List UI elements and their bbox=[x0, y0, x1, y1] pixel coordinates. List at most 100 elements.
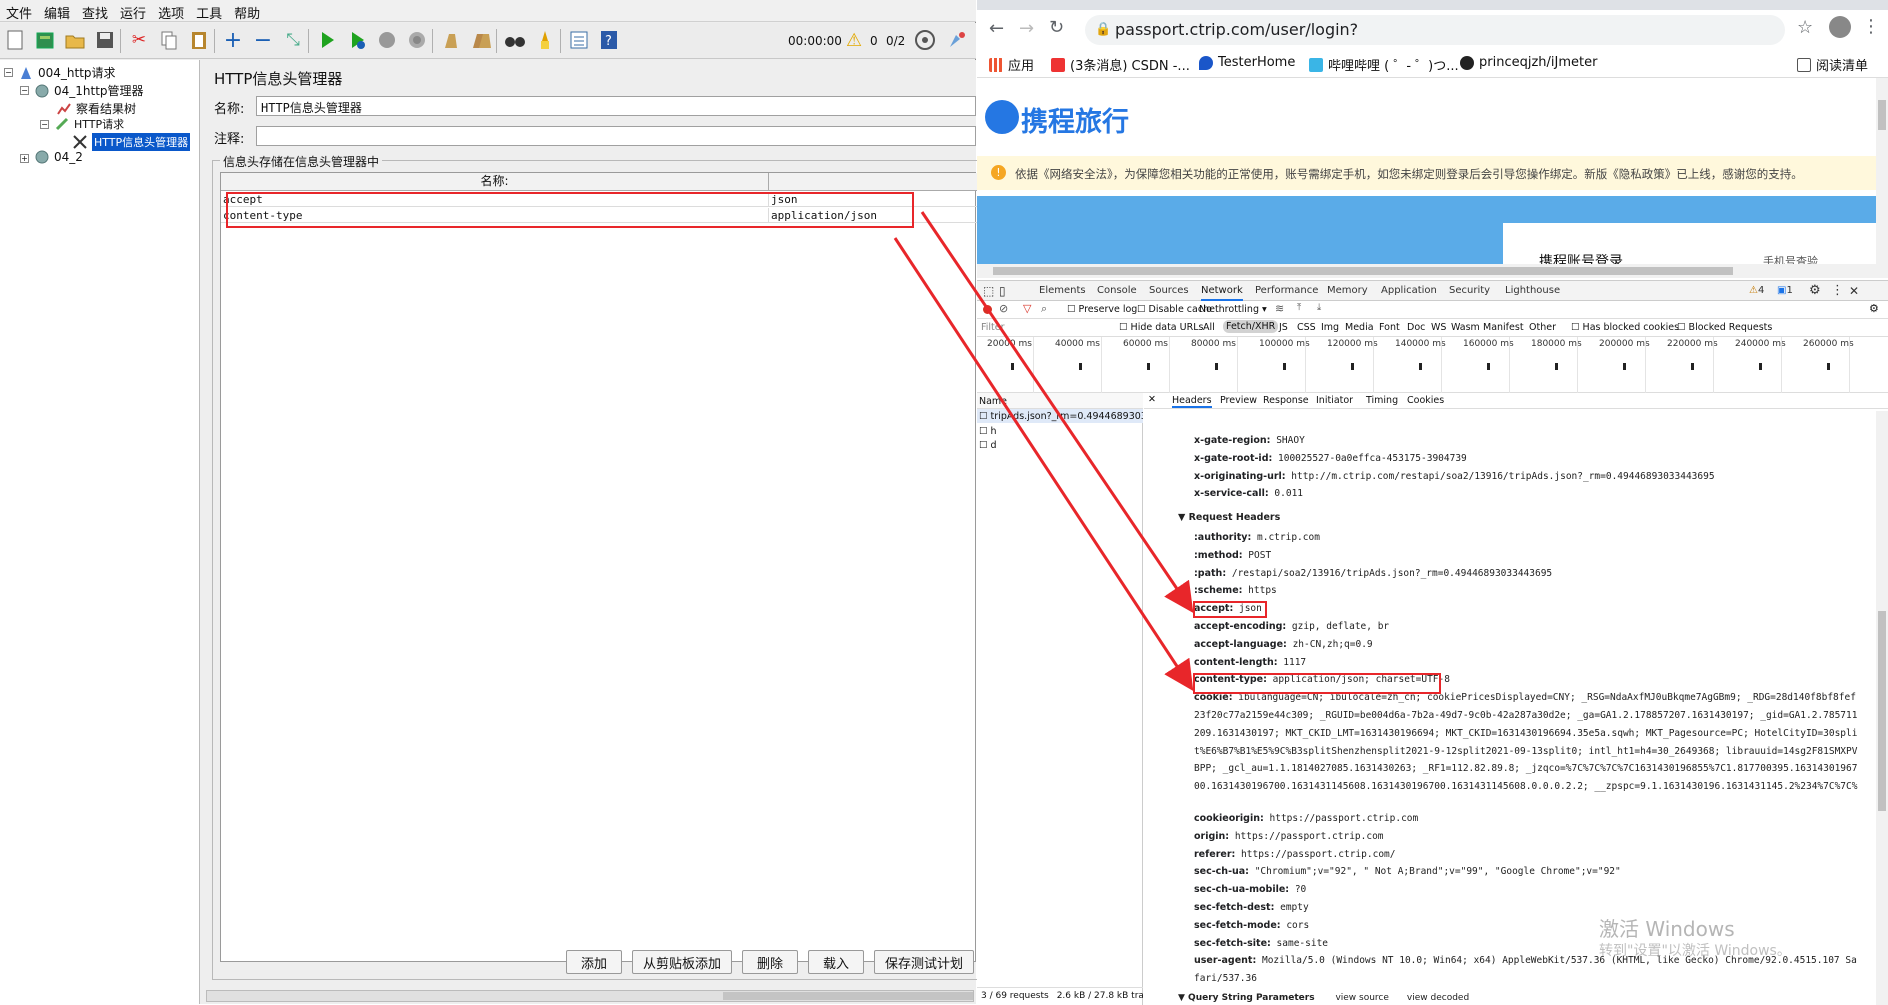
new-icon[interactable] bbox=[2, 27, 28, 53]
filter-fetch-xhr[interactable]: Fetch/XHR bbox=[1223, 320, 1279, 333]
menu-edit[interactable]: 编辑 bbox=[38, 0, 76, 25]
tab-headers[interactable]: Headers bbox=[1172, 395, 1212, 408]
tree-node-root[interactable]: 004_http请求 bbox=[18, 64, 116, 81]
close-detail-icon[interactable]: ✕ bbox=[1148, 394, 1156, 405]
import-icon[interactable]: ⤒ bbox=[1297, 302, 1301, 313]
add-button[interactable]: 添加 bbox=[566, 950, 622, 974]
cut-icon[interactable]: ✂ bbox=[126, 27, 152, 53]
filter-icon[interactable]: ▽ bbox=[1023, 302, 1031, 315]
tab-console[interactable]: Console bbox=[1097, 281, 1137, 301]
menu-file[interactable]: 文件 bbox=[0, 0, 38, 25]
function-helper-icon[interactable] bbox=[566, 27, 592, 53]
tab-cookies[interactable]: Cookies bbox=[1407, 395, 1444, 406]
detail-scrollbar[interactable] bbox=[1876, 411, 1888, 1005]
export-icon[interactable]: ⤓ bbox=[1317, 302, 1321, 313]
remote-icon[interactable] bbox=[912, 27, 938, 53]
request-row[interactable]: ☐ tripAds.json?_rm=0.49446893033443695 bbox=[977, 409, 1143, 423]
filter-doc[interactable]: Doc bbox=[1407, 322, 1425, 333]
inspect-icon[interactable]: ⬚ bbox=[983, 281, 994, 301]
warning-badge[interactable]: ⚠ 4 bbox=[1749, 281, 1764, 301]
bookmark-csdn[interactable]: (3条消息) CSDN -... bbox=[1051, 55, 1190, 74]
menu-run[interactable]: 运行 bbox=[114, 0, 152, 25]
copy-icon[interactable] bbox=[156, 27, 182, 53]
login-alt[interactable]: 手机号查验 bbox=[1763, 253, 1818, 264]
hide-data-urls-checkbox[interactable]: ☐ Hide data URLs bbox=[1119, 322, 1203, 333]
menu-icon[interactable]: ⋮ bbox=[1862, 16, 1880, 37]
bookmark-github[interactable]: princeqjzh/iJmeter bbox=[1460, 55, 1597, 70]
tab-network[interactable]: Network bbox=[1201, 281, 1243, 301]
tree-toggle-group2[interactable]: + bbox=[20, 154, 29, 163]
load-button[interactable]: 载入 bbox=[808, 950, 864, 974]
back-icon[interactable]: ← bbox=[989, 18, 1004, 39]
collapse-icon[interactable]: − bbox=[250, 27, 276, 53]
star-icon[interactable]: ☆ bbox=[1797, 17, 1813, 38]
wifi-icon[interactable]: ≋ bbox=[1275, 302, 1284, 315]
save-icon[interactable] bbox=[92, 27, 118, 53]
view-source-link[interactable]: view source bbox=[1333, 993, 1388, 1003]
has-blocked-cookies-checkbox[interactable]: ☐ Has blocked cookies bbox=[1571, 322, 1679, 333]
tab-preview[interactable]: Preview bbox=[1220, 395, 1257, 406]
bookmark-bilibili[interactable]: 哔哩哔哩 ( ゜- ゜)つ... bbox=[1309, 55, 1459, 74]
save-test-plan-button[interactable]: 保存测试计划 bbox=[874, 950, 974, 974]
filter-all[interactable]: All bbox=[1203, 322, 1215, 333]
tree-toggle-sampler[interactable]: − bbox=[40, 120, 49, 129]
bookmark-reading-list[interactable]: 阅读清单 bbox=[1797, 55, 1868, 74]
filter-ws[interactable]: WS bbox=[1431, 322, 1446, 333]
profile-avatar[interactable] bbox=[1829, 16, 1851, 38]
clear-all-icon[interactable] bbox=[468, 27, 494, 53]
tab-strip[interactable] bbox=[977, 0, 1888, 10]
close-icon[interactable]: ✕ bbox=[1849, 281, 1859, 301]
templates-icon[interactable] bbox=[32, 27, 58, 53]
open-icon[interactable] bbox=[62, 27, 88, 53]
reset-search-icon[interactable] bbox=[532, 27, 558, 53]
ctrip-logo[interactable]: 携程旅行 bbox=[1021, 100, 1129, 139]
tree-node-thread-group-2[interactable]: 04_2 bbox=[34, 150, 83, 164]
tab-response[interactable]: Response bbox=[1263, 395, 1309, 406]
network-settings-icon[interactable]: ⚙ bbox=[1869, 302, 1879, 315]
filter-wasm[interactable]: Wasm bbox=[1451, 322, 1480, 333]
tree-node-sampler[interactable]: HTTP请求 bbox=[54, 116, 124, 132]
filter-js[interactable]: JS bbox=[1279, 322, 1288, 333]
start-no-pause-icon[interactable] bbox=[344, 27, 370, 53]
tab-initiator[interactable]: Initiator bbox=[1316, 395, 1353, 406]
filter-img[interactable]: Img bbox=[1321, 322, 1339, 333]
record-icon[interactable] bbox=[983, 305, 992, 314]
filter-font[interactable]: Font bbox=[1379, 322, 1400, 333]
preserve-log-checkbox[interactable]: ☐ Preserve log bbox=[1067, 304, 1137, 315]
menu-help[interactable]: 帮助 bbox=[228, 0, 266, 25]
tab-timing[interactable]: Timing bbox=[1366, 395, 1398, 406]
view-decoded-link[interactable]: view decoded bbox=[1407, 993, 1469, 1003]
start-icon[interactable] bbox=[314, 27, 340, 53]
clear-icon[interactable]: ⊘ bbox=[999, 302, 1008, 315]
tab-performance[interactable]: Performance bbox=[1255, 281, 1318, 301]
filter-input[interactable]: Filter bbox=[981, 322, 1005, 333]
menu-options[interactable]: 选项 bbox=[152, 0, 190, 25]
toggle-icon[interactable]: ⤡ bbox=[280, 27, 306, 53]
more-icon[interactable]: ⋮ bbox=[1831, 281, 1844, 301]
forward-icon[interactable]: → bbox=[1019, 18, 1034, 39]
stop-icon[interactable] bbox=[374, 27, 400, 53]
tree-toggle-group1[interactable]: − bbox=[20, 86, 29, 95]
name-field[interactable]: HTTP信息头管理器 bbox=[256, 96, 976, 116]
throttling-select[interactable]: No throttling ▾ bbox=[1199, 304, 1267, 315]
filter-manifest[interactable]: Manifest bbox=[1483, 322, 1524, 333]
query-params-section[interactable]: ▼ Query String Parameters view source vie… bbox=[1178, 993, 1469, 1003]
filter-other[interactable]: Other bbox=[1529, 322, 1556, 333]
comment-field[interactable] bbox=[256, 126, 976, 146]
name-column-header[interactable]: Name bbox=[977, 393, 1143, 409]
message-badge[interactable]: ▣ 1 bbox=[1777, 281, 1793, 301]
shutdown-icon[interactable] bbox=[404, 27, 430, 53]
filter-css[interactable]: CSS bbox=[1297, 322, 1316, 333]
tab-lighthouse[interactable]: Lighthouse bbox=[1505, 281, 1560, 301]
column-name-header[interactable]: 名称: bbox=[221, 173, 769, 191]
device-icon[interactable]: ▯ bbox=[999, 281, 1006, 301]
warning-icon[interactable]: ⚠ bbox=[846, 30, 862, 51]
tree-node-listener[interactable]: 察看结果树 bbox=[56, 100, 136, 117]
add-from-clipboard-button[interactable]: 从剪贴板添加 bbox=[632, 950, 732, 974]
tab-elements[interactable]: Elements bbox=[1039, 281, 1086, 301]
search-icon[interactable]: ⌕ bbox=[1041, 302, 1047, 316]
bookmark-testerhome[interactable]: TesterHome bbox=[1199, 55, 1295, 70]
bookmark-apps[interactable]: 应用 bbox=[989, 55, 1034, 74]
tree-node-thread-group-1[interactable]: 04_1http管理器 bbox=[34, 82, 144, 99]
page-scrollbar[interactable] bbox=[1876, 78, 1888, 264]
